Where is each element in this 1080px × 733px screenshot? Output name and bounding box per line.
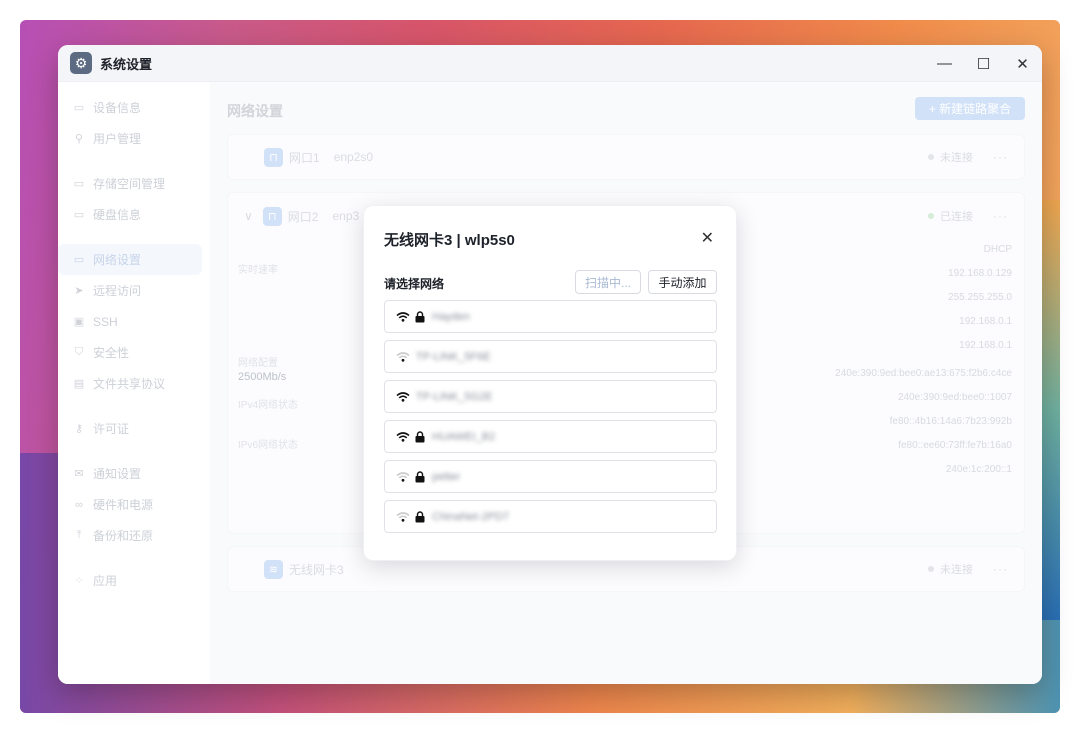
maximize-button[interactable]: ☐ xyxy=(964,45,1003,82)
title-bar: ⚙ 系统设置 — ☐ ✕ xyxy=(58,45,1042,82)
network-ssid: TP-LINK_5G2E xyxy=(416,390,493,403)
network-item[interactable]: HUAWEI_B2 xyxy=(384,420,717,453)
lock-icon xyxy=(414,510,426,523)
wifi-weak-icon xyxy=(396,511,410,522)
close-window-button[interactable]: ✕ xyxy=(1003,45,1042,82)
dialog-subtitle: 请选择网络 xyxy=(384,277,445,291)
network-ssid: TP-LINK_5F6E xyxy=(416,350,491,363)
network-item[interactable]: TP-LINK_5F6E xyxy=(384,340,717,373)
lock-icon xyxy=(414,470,426,483)
close-icon[interactable]: ✕ xyxy=(701,228,714,248)
wifi-weak-icon xyxy=(396,351,410,362)
lock-icon xyxy=(414,430,426,443)
network-ssid: HUAWEI_B2 xyxy=(432,430,496,443)
minimize-button[interactable]: — xyxy=(925,45,964,82)
wifi-weak-icon xyxy=(396,471,410,482)
wifi-strong-icon xyxy=(396,431,410,442)
wifi-strong-icon xyxy=(396,311,410,322)
network-ssid: Hayden xyxy=(432,310,470,323)
network-list: Hayden TP-LINK_5F6E TP-LINK_5G2E HUAWEI_… xyxy=(384,300,717,540)
scan-button[interactable]: 扫描中... xyxy=(575,270,641,294)
network-item[interactable]: petter xyxy=(384,460,717,493)
window-title: 系统设置 xyxy=(100,56,153,72)
network-item[interactable]: TP-LINK_5G2E xyxy=(384,380,717,413)
network-item[interactable]: ChinaNet-2PD7 xyxy=(384,500,717,533)
lock-icon xyxy=(414,310,426,323)
wifi-network-dialog: 无线网卡3 | wlp5s0 ✕ 请选择网络 扫描中... 手动添加 Hayde… xyxy=(363,205,737,561)
gear-icon: ⚙ xyxy=(70,52,92,74)
network-item[interactable]: Hayden xyxy=(384,300,717,333)
wifi-strong-icon xyxy=(396,391,410,402)
manual-add-button[interactable]: 手动添加 xyxy=(648,270,717,294)
network-ssid: petter xyxy=(432,470,461,483)
dialog-title: 无线网卡3 | wlp5s0 xyxy=(384,232,515,249)
network-ssid: ChinaNet-2PD7 xyxy=(432,510,510,523)
